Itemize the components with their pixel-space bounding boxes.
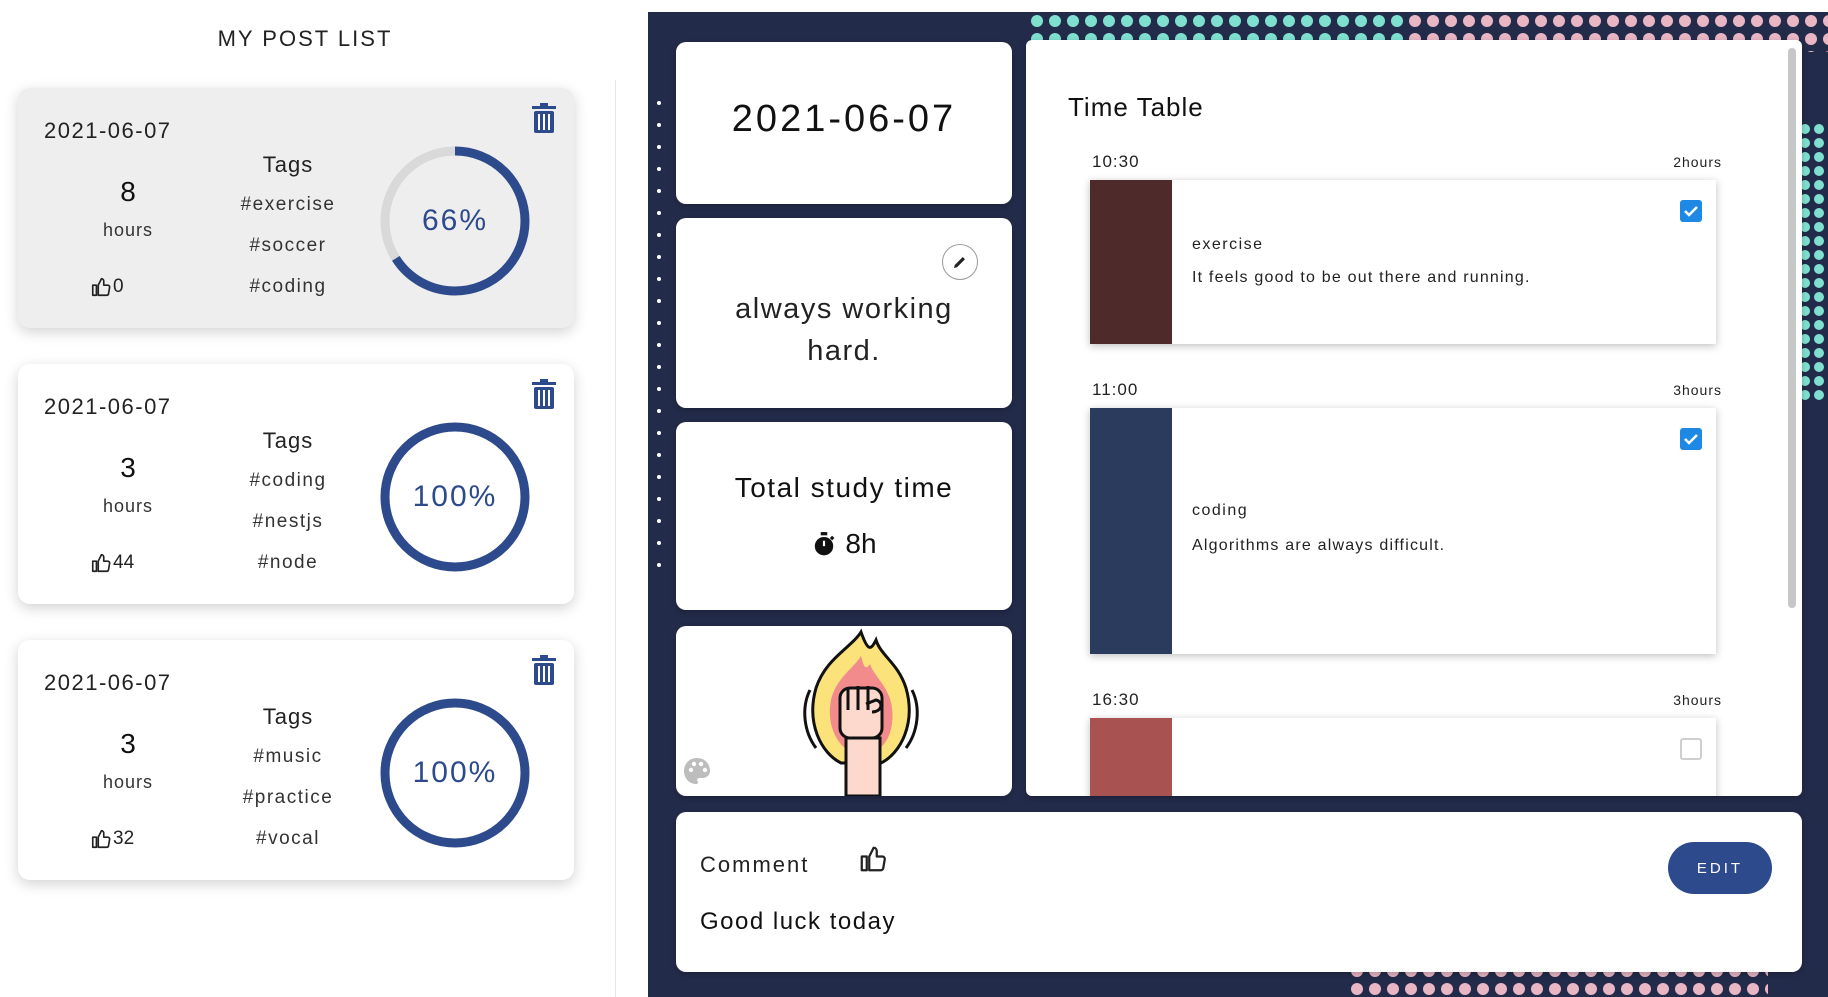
study-time-title: Total study time [734,472,954,503]
trash-icon[interactable] [530,378,558,410]
thumbs-up-icon [91,829,111,849]
fist-fire-icon [803,628,919,796]
trash-icon[interactable] [530,654,558,686]
post-card[interactable]: 2021-06-07 8 hours 0 Tags #exercise #soc… [18,88,574,328]
comment-card: Comment Good luck today EDIT [676,812,1802,972]
slot-duration: 3hours [1673,382,1722,398]
post-tags-title: Tags [262,152,314,177]
progress-label: 100% [412,480,498,513]
decor-dots [648,92,670,572]
time-table-card: Time Table 10:30 2hours exercise It feel… [1026,40,1802,796]
post-tag: #nestjs [252,511,324,532]
post-hours: 8 [120,176,136,207]
motto-text: always working hard. [735,293,953,367]
time-slot[interactable]: coding Algorithms are always difficult. [1090,408,1716,654]
post-tags-title: Tags [262,704,314,729]
slot-description: Algorithms are always difficult. [1192,537,1446,554]
slot-color [1090,180,1172,344]
palette-icon[interactable] [682,756,712,786]
slot-checkbox[interactable] [1680,738,1702,760]
post-card[interactable]: 2021-06-07 3 hours 32 Tags #music #pract… [18,640,574,880]
progress-label: 100% [412,756,498,789]
post-likes: 0 [90,276,124,298]
post-likes-count: 0 [113,276,124,297]
slot-checkbox[interactable] [1680,200,1702,222]
post-hours-label: hours [102,496,154,516]
post-date: 2021-06-07 [44,118,172,143]
post-list-title: MY POST LIST [217,26,393,51]
slot-subject: coding [1192,502,1249,519]
slot-description: It feels good to be out there and runnin… [1192,269,1531,286]
slot-time: 10:30 [1092,152,1140,171]
post-hours-label: hours [102,220,154,240]
progress-label: 66% [421,204,489,237]
post-likes: 44 [90,552,134,574]
post-likes-count: 44 [113,552,135,573]
stopwatch-icon [815,532,835,556]
check-icon [1684,434,1698,445]
edit-button[interactable]: EDIT [1668,842,1772,894]
study-time-value: 8h [845,528,877,559]
post-hours: 3 [120,452,136,483]
divider [615,80,616,997]
slot-subject: exercise [1192,236,1264,253]
check-icon [1684,206,1698,217]
scrollbar[interactable] [1788,48,1796,608]
time-slot[interactable]: exercise It feels good to be out there a… [1090,180,1716,344]
post-tag: #coding [249,470,327,491]
decor-dots [1798,122,1828,402]
post-tag: #practice [242,787,334,808]
thumbs-up-icon [91,277,111,297]
post-date: 2021-06-07 [44,670,172,695]
post-tag: #vocal [256,828,320,849]
post-tag: #exercise [240,194,336,215]
emoji-card [676,626,1012,796]
post-hours: 3 [120,728,136,759]
slot-color [1090,718,1172,796]
post-tag: #node [257,552,319,573]
thumbs-up-icon [91,553,111,573]
study-time-card: Total study time 8h [676,422,1012,610]
pencil-icon[interactable] [942,244,978,280]
post-date: 2021-06-07 [44,394,172,419]
comment-text: Good luck today [700,908,896,935]
date-card: 2021-06-07 [676,42,1012,204]
post-likes: 32 [90,828,134,850]
post-tag: #soccer [249,235,327,256]
slot-duration: 3hours [1673,692,1722,708]
post-tags-title: Tags [262,428,314,453]
comment-label: Comment [700,852,810,877]
trash-icon[interactable] [530,102,558,134]
motto-card: always working hard. [676,218,1012,408]
slot-time: 16:30 [1092,690,1140,709]
post-card[interactable]: 2021-06-07 3 hours 44 Tags #coding #nest… [18,364,574,604]
thumbs-up-icon[interactable] [858,844,888,874]
study-time: 8h [676,528,1012,560]
post-hours-label: hours [102,772,154,792]
detail-date: 2021-06-07 [731,98,957,140]
post-likes-count: 32 [113,828,135,849]
post-tag: #music [253,746,323,767]
slot-color [1090,408,1172,654]
slot-time: 11:00 [1092,380,1139,399]
time-slot[interactable] [1090,718,1716,796]
slot-checkbox[interactable] [1680,428,1702,450]
slot-duration: 2hours [1673,154,1722,170]
post-tag: #coding [249,276,327,297]
time-table-title: Time Table [1068,92,1204,122]
detail-panel: 2021-06-07 always working hard. Total st… [648,12,1828,997]
